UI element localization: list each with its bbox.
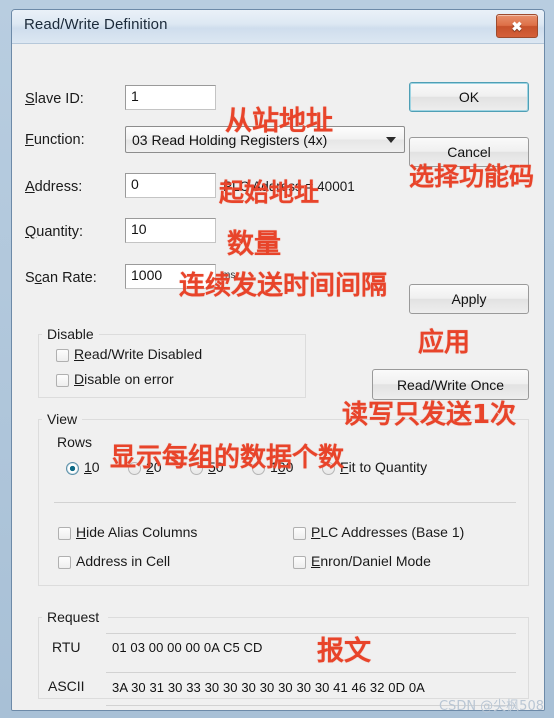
enron-daniel-mode-label: Enron/Daniel Mode [311,553,431,569]
view-group-legend: View [42,411,83,427]
annotation-quantity: 数量 [227,229,281,260]
annotation-slave-id: 从站地址 [225,106,333,137]
dialog-client-area: Slave ID: 1 Function: 03 Read Holding Re… [12,44,544,710]
annotation-function: 选择功能码 [409,162,535,191]
read-write-disabled-label: Read/Write Disabled [74,346,203,362]
screen: Read/Write Definition ✖ Slave ID: 1 Func… [0,0,554,718]
ok-button[interactable]: OK [409,82,529,112]
address-in-cell-label: Address in Cell [76,553,171,569]
scan-rate-label: Scan Rate: [25,270,97,286]
rows-radio-fit-to-quantity-label: Fit to Quantity [340,459,428,475]
annotation-scan-rate: 连续发送时间间隔 [179,271,388,301]
disable-on-error-label: Disable on error [74,371,174,387]
request-group-legend: Request [42,609,105,625]
disable-group-legend: Disable [42,326,99,342]
annotation-apply: 应用 [418,328,471,358]
slave-id-label: Slave ID: [25,91,84,107]
rows-label: Rows [57,434,93,450]
function-label: Function: [25,132,85,148]
quantity-input[interactable]: 10 [125,218,216,243]
plc-addresses-checkbox[interactable] [293,527,306,540]
close-icon: ✖ [511,18,523,34]
disable-on-error-checkbox[interactable] [56,374,69,387]
chevron-down-icon [386,136,396,143]
quantity-label: Quantity: [25,224,84,240]
annotation-read-write-once: 读写只发送1次 [342,400,517,430]
annotation-rows: 显示每组的数据个数 [110,443,345,473]
annotation-request: 报文 [317,636,371,667]
ascii-top-line [106,672,516,673]
hide-alias-columns-checkbox[interactable] [58,527,71,540]
enron-daniel-mode-checkbox[interactable] [293,556,306,569]
apply-button[interactable]: Apply [409,284,529,314]
rows-radio-10-label: 10 [84,459,100,475]
rtu-value: 01 03 00 00 00 0A C5 CD [112,640,263,655]
read-write-once-label: Read/Write Once [396,376,505,393]
annotation-address: 起始地址 [219,178,320,207]
address-label: Address: [25,179,83,195]
hide-alias-columns-label: Hide Alias Columns [76,524,198,540]
address-in-cell-checkbox[interactable] [58,556,71,569]
rows-radio-10[interactable] [66,462,79,475]
rtu-top-line [106,633,516,634]
request-group-line-right [108,617,529,618]
watermark: CSDN @尖枫508 [438,699,544,714]
read-write-definition-dialog: Read/Write Definition ✖ Slave ID: 1 Func… [11,9,545,711]
rtu-label: RTU [52,639,81,655]
ascii-value: 3A 30 31 30 33 30 30 30 30 30 30 30 41 4… [112,680,425,695]
address-input[interactable]: 0 [125,173,216,198]
window-title: Read/Write Definition [24,16,168,33]
slave-id-input[interactable]: 1 [125,85,216,110]
disable-group [38,334,306,398]
close-button[interactable]: ✖ [496,14,538,38]
read-write-disabled-checkbox[interactable] [56,349,69,362]
plc-addresses-label: PLC Addresses (Base 1) [311,524,465,540]
title-bar[interactable]: Read/Write Definition ✖ [12,10,544,44]
view-inner-divider [54,502,516,503]
disable-group-line-right [96,334,306,335]
ascii-label: ASCII [48,678,85,694]
